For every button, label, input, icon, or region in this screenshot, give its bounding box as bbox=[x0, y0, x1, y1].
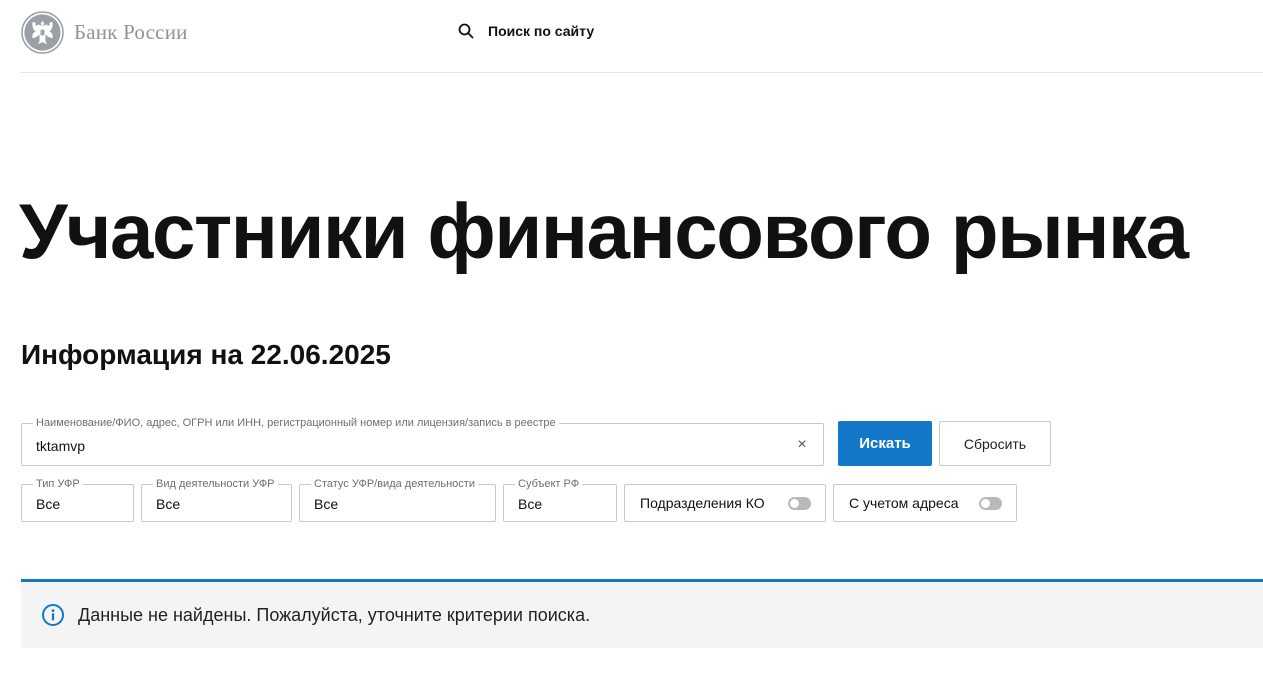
logo-text: Банк России bbox=[74, 20, 188, 44]
filter-legend: Тип УФР bbox=[33, 477, 83, 491]
filter-legend: Статус УФР/вида деятельности bbox=[311, 477, 478, 491]
filter-value: Все bbox=[156, 496, 181, 512]
info-date-heading: Информация на 22.06.2025 bbox=[21, 339, 391, 370]
registry-search-input[interactable]: Наименование/ФИО, адрес, ОГРН или ИНН, р… bbox=[21, 416, 824, 466]
filter-legend: Субъект РФ bbox=[515, 477, 583, 491]
filter-activity-type[interactable]: Вид деятельности УФР Все bbox=[141, 477, 292, 522]
filter-legend: Вид деятельности УФР bbox=[153, 477, 278, 491]
site-header: Банк России Поиск по сайту bbox=[21, 0, 1263, 73]
no-results-notice: Данные не найдены. Пожалуйста, уточните … bbox=[21, 579, 1263, 648]
toggle-switch[interactable] bbox=[788, 497, 811, 510]
toggle-switch[interactable] bbox=[979, 497, 1002, 510]
toggle-address[interactable]: С учетом адреса bbox=[833, 484, 1017, 522]
site-search-button[interactable]: Поиск по сайту bbox=[458, 23, 594, 39]
filter-value: Все bbox=[314, 496, 339, 512]
info-icon bbox=[42, 604, 64, 626]
filter-region[interactable]: Субъект РФ Все bbox=[503, 477, 617, 522]
notice-text: Данные не найдены. Пожалуйста, уточните … bbox=[78, 604, 591, 625]
search-input-legend: Наименование/ФИО, адрес, ОГРН или ИНН, р… bbox=[33, 416, 559, 430]
search-icon bbox=[458, 23, 474, 39]
search-input-value[interactable]: tktamvp bbox=[36, 438, 85, 454]
bank-logo[interactable]: Банк России bbox=[21, 11, 188, 54]
page-title: Участники финансового рынка bbox=[19, 187, 1189, 275]
search-label: Поиск по сайту bbox=[488, 23, 595, 39]
toggle-label: Подразделения КО bbox=[640, 495, 765, 511]
close-icon[interactable]: × bbox=[794, 437, 810, 453]
toggle-ko-divisions[interactable]: Подразделения КО bbox=[624, 484, 826, 522]
toggle-knob bbox=[790, 499, 799, 508]
search-submit-button[interactable]: Искать bbox=[838, 421, 932, 466]
eagle-emblem-icon bbox=[21, 11, 64, 54]
filter-value: Все bbox=[36, 496, 61, 512]
reset-button[interactable]: Сбросить bbox=[939, 421, 1051, 466]
toggle-label: С учетом адреса bbox=[849, 495, 959, 511]
filter-status[interactable]: Статус УФР/вида деятельности Все bbox=[299, 477, 496, 522]
filter-ufr-type[interactable]: Тип УФР Все bbox=[21, 477, 134, 522]
filter-value: Все bbox=[518, 496, 543, 512]
toggle-knob bbox=[981, 499, 990, 508]
